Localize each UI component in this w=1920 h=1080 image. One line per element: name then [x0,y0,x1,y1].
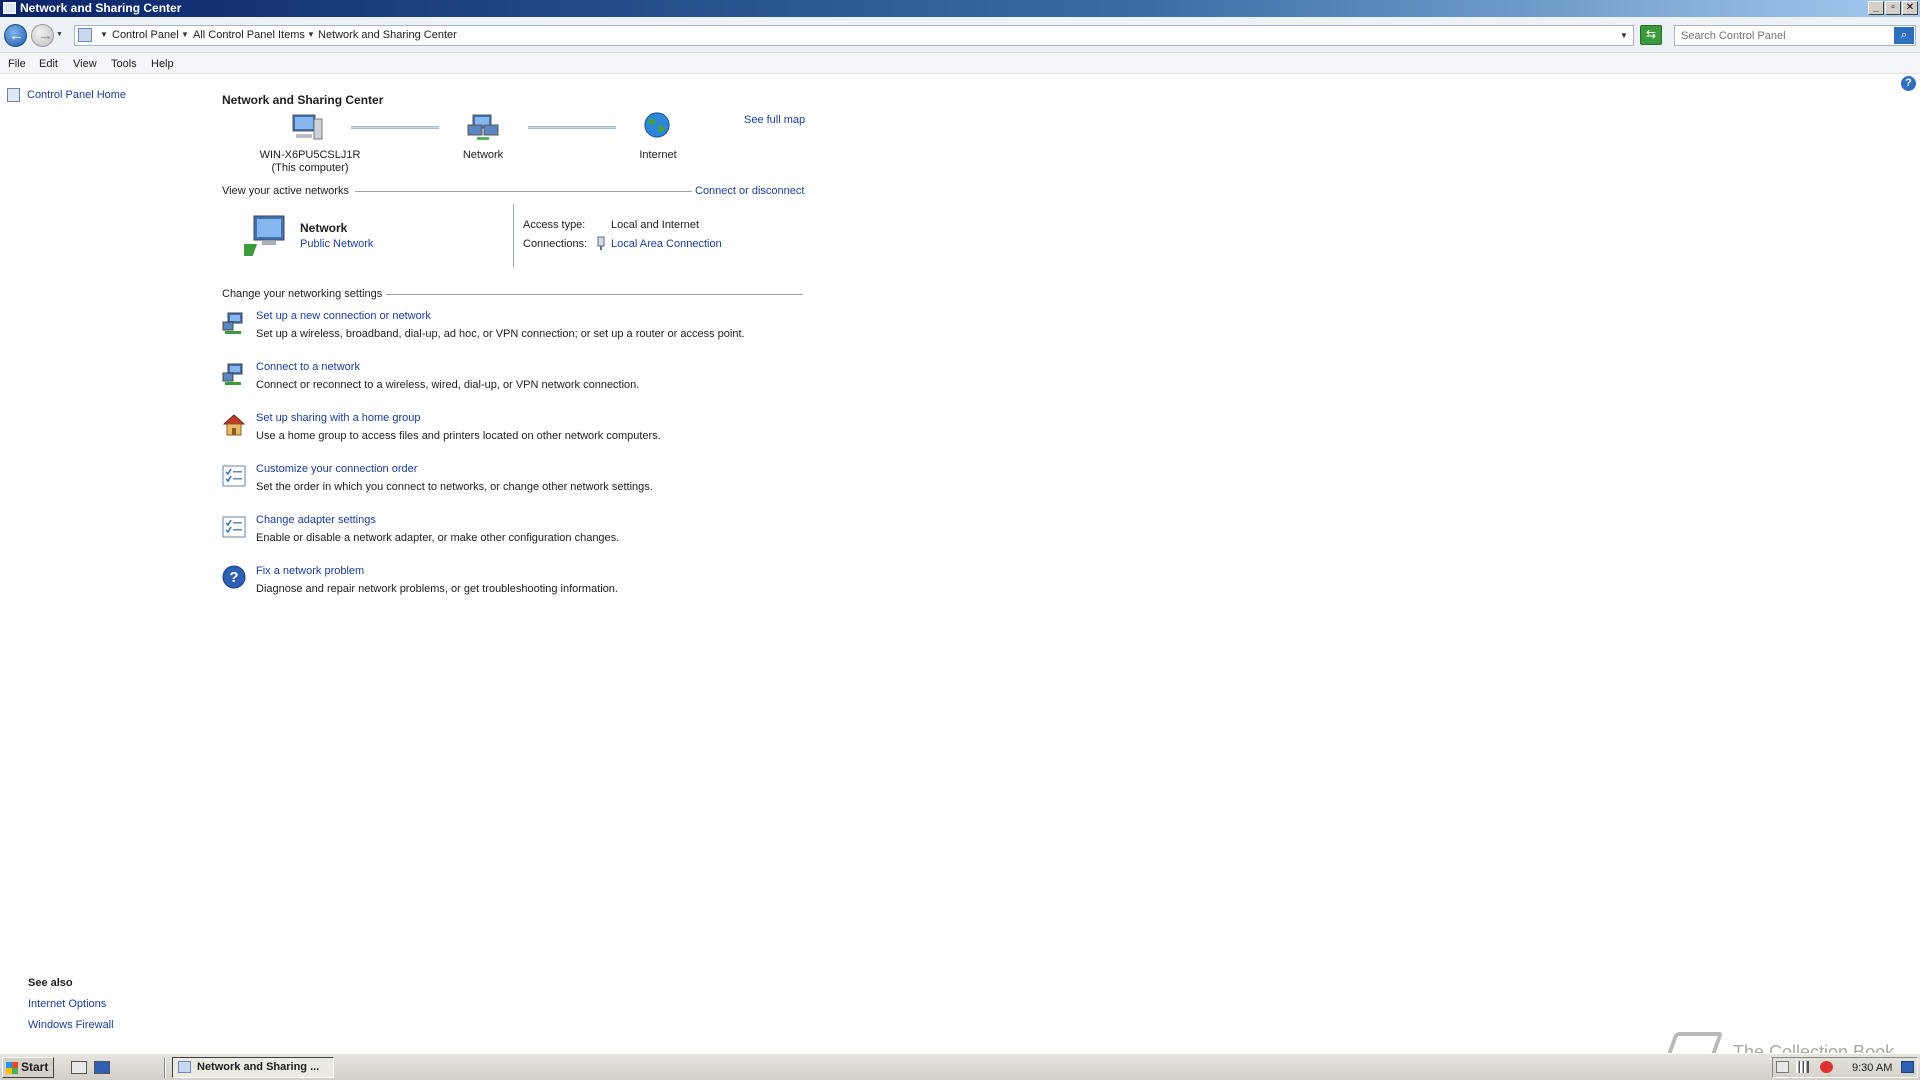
breadcrumb-chevron-icon[interactable]: ▼ [181,30,189,39]
connect-network-icon [222,363,243,385]
section-divider [355,191,692,192]
svg-text:?: ? [229,569,238,586]
search-button[interactable]: ⌕ [1894,27,1914,44]
access-type-value: Local and Internet [611,219,700,231]
ethernet-icon [597,236,605,250]
menu-help[interactable]: Help [151,58,174,70]
internet-options-link[interactable]: Internet Options [28,998,106,1010]
title-bar: Network and Sharing Center _ ▫ ✕ [0,0,1920,17]
network-location-link[interactable]: Public Network [300,238,373,250]
checklist-icon [222,516,246,538]
access-type-label: Access type: [523,219,586,231]
internet-map-label: Internet [639,149,677,161]
address-dropdown[interactable]: ▼ [1620,31,1628,40]
map-connection-line [528,126,616,129]
adapter-settings-desc: Enable or disable a network adapter, or … [256,532,620,544]
powershell-icon[interactable] [94,1061,110,1074]
home-group-icon [222,414,246,436]
control-panel-icon [78,28,92,42]
address-toolbar: ← → ▼ ▼ Control Panel ▼ All Control Pane… [0,17,1920,53]
forward-arrow-icon: → [38,27,53,44]
taskbar: Start Network and Sharing ... [0,1053,1920,1080]
connect-or-disconnect-link[interactable]: Connect or disconnect [695,185,804,197]
server-manager-icon[interactable] [71,1061,87,1074]
menu-tools[interactable]: Tools [111,58,137,70]
menu-bar: File Edit View Tools Help [0,54,1920,74]
active-networks-header: View your active networks [222,185,349,197]
back-button[interactable]: ← [4,24,27,47]
see-also-heading: See also [28,977,73,989]
breadcrumb-chevron-icon[interactable]: ▼ [100,30,108,39]
control-panel-home-link[interactable]: Control Panel Home [27,89,126,101]
vertical-divider [513,204,514,267]
connect-to-network-link[interactable]: Connect to a network [256,361,360,373]
back-arrow-icon: ← [9,27,24,44]
help-circle-icon: ? [222,565,246,589]
control-panel-home-icon [7,88,20,102]
section-divider [386,294,803,295]
menu-view[interactable]: View [73,58,97,70]
network-app-icon [3,2,16,14]
volume-muted-icon[interactable] [1820,1061,1833,1073]
setup-connection-desc: Set up a wireless, broadband, dial-up, a… [256,328,745,340]
breadcrumb-chevron-icon[interactable]: ▼ [307,30,315,39]
show-desktop-icon[interactable] [1901,1061,1914,1073]
start-label: Start [21,1060,49,1074]
page-title: Network and Sharing Center [222,93,384,107]
internet-globe-icon [644,112,670,138]
setup-connection-link[interactable]: Set up a new connection or network [256,310,431,322]
network-name[interactable]: Network [300,221,347,235]
breadcrumb-all-items[interactable]: All Control Panel Items [193,29,305,41]
restore-button[interactable]: ▫ [1885,1,1901,15]
connection-order-link[interactable]: Customize your connection order [256,463,417,475]
computer-icon [292,114,323,140]
taskbar-window-button[interactable]: Network and Sharing ... [172,1057,334,1078]
menu-edit[interactable]: Edit [39,58,58,70]
checklist-icon [222,465,246,487]
menu-file[interactable]: File [8,58,26,70]
breadcrumb-control-panel[interactable]: Control Panel [112,29,179,41]
see-full-map-link[interactable]: See full map [744,114,805,126]
forward-button[interactable]: → [31,24,54,47]
clock[interactable]: 9:30 AM [1852,1062,1892,1074]
change-settings-header: Change your networking settings [222,288,383,300]
network-setup-icon [222,312,243,334]
connection-order-desc: Set the order in which you connect to ne… [256,481,653,493]
show-hidden-icons-icon[interactable] [1776,1061,1789,1073]
refresh-button[interactable]: ⇆ [1640,25,1662,45]
computer-name-label: WIN-X6PU5CSLJ1R [259,149,361,161]
minimize-button[interactable]: _ [1868,1,1884,15]
window-title: Network and Sharing Center [20,1,182,15]
recent-pages-dropdown[interactable]: ▼ [56,31,63,38]
network-signal-icon[interactable] [1796,1061,1809,1073]
windows-logo-icon [6,1062,18,1074]
public-network-icon[interactable] [244,214,292,258]
search-box[interactable]: ⌕ [1674,25,1916,46]
refresh-icon: ⇆ [1645,27,1657,41]
map-connection-line [351,126,439,129]
connections-label: Connections: [523,238,588,250]
fix-network-desc: Diagnose and repair network problems, or… [256,583,618,595]
taskbar-separator [164,1058,166,1078]
network-map-label: Network [462,149,504,161]
start-button[interactable]: Start [2,1057,54,1078]
address-bar[interactable]: ▼ Control Panel ▼ All Control Panel Item… [74,25,1634,46]
local-area-connection-link[interactable]: Local Area Connection [611,238,722,250]
search-icon: ⌕ [1900,29,1908,41]
network-app-icon [178,1061,191,1073]
home-group-link[interactable]: Set up sharing with a home group [256,412,421,424]
network-icon [467,114,499,140]
help-icon[interactable]: ? [1901,76,1916,91]
notification-area [1772,1057,1918,1078]
search-input[interactable] [1675,26,1880,45]
connect-to-network-desc: Connect or reconnect to a wireless, wire… [256,379,640,391]
adapter-settings-link[interactable]: Change adapter settings [256,514,376,526]
taskbar-window-label: Network and Sharing ... [197,1061,320,1073]
home-group-desc: Use a home group to access files and pri… [256,430,661,442]
close-button[interactable]: ✕ [1902,1,1918,15]
this-computer-label: (This computer) [271,162,349,174]
breadcrumb-current[interactable]: Network and Sharing Center [318,29,457,41]
fix-network-link[interactable]: Fix a network problem [256,565,364,577]
windows-firewall-link[interactable]: Windows Firewall [28,1019,114,1031]
